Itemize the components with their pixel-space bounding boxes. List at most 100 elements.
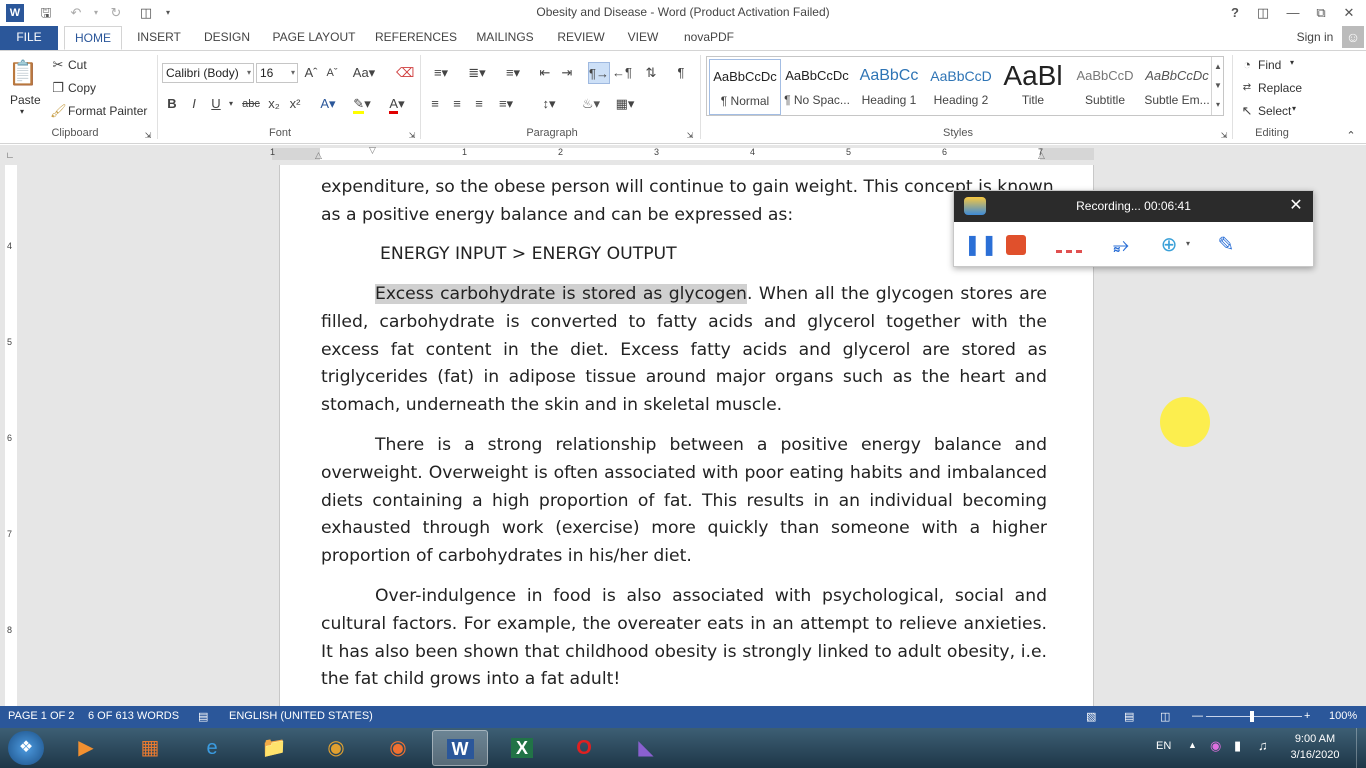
print-layout-icon[interactable]: ▤	[1124, 710, 1134, 723]
web-layout-icon[interactable]: ◫	[1160, 710, 1170, 723]
paste-button[interactable]: Paste	[10, 93, 41, 107]
opera-icon[interactable]: O	[556, 730, 612, 766]
strikethrough-button[interactable]: abc	[240, 95, 262, 113]
read-mode-icon[interactable]: ▧	[1086, 710, 1096, 723]
show-desktop-button[interactable]	[1356, 728, 1366, 768]
recorder-close-icon[interactable]: ✕	[1286, 195, 1306, 217]
underline-dropdown-icon[interactable]: ▾	[226, 95, 236, 113]
decrease-indent-icon[interactable]: ⇤	[536, 64, 554, 82]
font-color-icon[interactable]: A▾	[384, 95, 410, 114]
minimize-button[interactable]: —	[1280, 2, 1306, 24]
network-icon[interactable]: ▮	[1234, 738, 1241, 754]
font-launcher-icon[interactable]: ⇲	[406, 127, 418, 145]
word-taskbar-icon[interactable]: W	[432, 730, 488, 766]
pause-icon[interactable]: ❚❚	[964, 233, 998, 257]
select-button[interactable]: Select	[1258, 104, 1291, 118]
internet-explorer-icon[interactable]: e	[184, 730, 240, 766]
pen-draw-icon[interactable]: ✎	[1212, 231, 1240, 259]
style-subtle-emphasis[interactable]: AaBbCcDc Subtle Em...	[1141, 59, 1213, 115]
justify-icon[interactable]: ≡▾	[492, 95, 520, 113]
volume-icon[interactable]: ♫	[1258, 738, 1268, 753]
left-indent-marker-icon[interactable]: △	[315, 150, 322, 160]
close-button[interactable]: ✕	[1336, 2, 1362, 24]
style-heading-2[interactable]: AaBbCcD Heading 2	[925, 59, 997, 115]
style-subtitle[interactable]: AaBbCcD Subtitle	[1069, 59, 1141, 115]
style-normal[interactable]: AaBbCcDc ¶ Normal	[709, 59, 781, 115]
visual-studio-icon[interactable]: ◣	[618, 730, 674, 766]
language-indicator[interactable]: ENGLISH (UNITED STATES)	[229, 710, 373, 722]
cut-button[interactable]: Cut	[68, 58, 87, 72]
italic-button[interactable]: I	[186, 95, 202, 113]
sort-icon[interactable]: ⇅	[642, 64, 660, 82]
find-button[interactable]: Find	[1258, 58, 1281, 72]
copy-button[interactable]: Copy	[68, 81, 96, 95]
multilevel-list-icon[interactable]: ≡▾	[498, 64, 528, 82]
horizontal-ruler[interactable]: 1 1 2 3 4 5 6 7 △ ▽ △	[270, 145, 1094, 160]
chrome-icon[interactable]: ◉	[308, 730, 364, 766]
user-avatar[interactable]: ☺	[1342, 26, 1364, 48]
zoom-add-icon[interactable]: ⊕	[1156, 231, 1182, 259]
line-spacing-icon[interactable]: ↕▾	[534, 95, 564, 113]
start-button[interactable]: ❖	[8, 731, 44, 765]
font-size-combo[interactable]: 16 ▾	[256, 63, 298, 83]
align-right-icon[interactable]: ≡	[470, 95, 488, 113]
tab-view[interactable]: VIEW	[620, 26, 666, 50]
clock-date[interactable]: 3/16/2020	[1288, 749, 1342, 761]
selected-text[interactable]: Excess carbohydrate is stored as glycoge…	[375, 284, 747, 304]
paragraph-launcher-icon[interactable]: ⇲	[684, 127, 696, 145]
webcam-icon[interactable]: ⥵	[1110, 231, 1132, 259]
tab-novapdf[interactable]: novaPDF	[678, 26, 740, 50]
tray-overflow-icon[interactable]: ▲	[1188, 740, 1197, 750]
first-line-indent-marker-icon[interactable]: ▽	[369, 145, 376, 155]
collapse-ribbon-icon[interactable]: ⌃	[1344, 127, 1358, 145]
tab-home[interactable]: HOME	[64, 26, 122, 50]
styles-launcher-icon[interactable]: ⇲	[1218, 127, 1230, 145]
zoom-dropdown-icon[interactable]: ▾	[1186, 239, 1196, 251]
audio-level-icon[interactable]	[1056, 243, 1082, 253]
proofing-icon[interactable]: ▤	[198, 710, 208, 723]
paste-icon[interactable]: 📋	[8, 59, 38, 89]
zoom-out-icon[interactable]: —	[1192, 710, 1203, 722]
change-case-icon[interactable]: Aa▾	[352, 64, 376, 82]
tab-page-layout[interactable]: PAGE LAYOUT	[268, 26, 360, 50]
increase-indent-icon[interactable]: ⇥	[558, 64, 576, 82]
sign-in-link[interactable]: Sign in	[1292, 26, 1338, 50]
excel-taskbar-icon[interactable]: X	[494, 730, 550, 766]
page-count[interactable]: PAGE 1 OF 2	[8, 710, 74, 722]
highlight-color-icon[interactable]: ✎▾	[348, 95, 376, 114]
tab-review[interactable]: REVIEW	[552, 26, 610, 50]
grow-font-icon[interactable]: Aˆ	[303, 64, 319, 82]
font-name-combo[interactable]: Calibri (Body) ▾	[162, 63, 254, 83]
format-painter-button[interactable]: Format Painter	[68, 104, 147, 118]
subscript-button[interactable]: x₂	[266, 95, 282, 113]
shading-icon[interactable]: ♨▾	[576, 95, 606, 113]
style-heading-1[interactable]: AaBbCc Heading 1	[853, 59, 925, 115]
office-app-icon[interactable]: ▦	[122, 730, 178, 766]
align-center-icon[interactable]: ≡	[448, 95, 466, 113]
word-count[interactable]: 6 OF 613 WORDS	[88, 710, 179, 722]
tray-app-icon[interactable]: ◉	[1210, 738, 1221, 754]
tab-design[interactable]: DESIGN	[198, 26, 256, 50]
shrink-font-icon[interactable]: Aˇ	[324, 64, 340, 82]
style-no-spacing[interactable]: AaBbCcDc ¶ No Spac...	[781, 59, 853, 115]
tab-insert[interactable]: INSERT	[132, 26, 186, 50]
bold-button[interactable]: B	[164, 95, 180, 113]
stop-icon[interactable]	[1006, 235, 1026, 255]
show-marks-icon[interactable]: ¶	[672, 64, 690, 82]
help-icon[interactable]: ?	[1222, 2, 1248, 24]
right-indent-marker-icon[interactable]: △	[1038, 150, 1045, 160]
ltr-direction-icon[interactable]: ¶→	[588, 62, 610, 84]
ribbon-display-options-icon[interactable]: ◫	[1250, 2, 1276, 24]
tab-references[interactable]: REFERENCES	[372, 26, 460, 50]
tab-file[interactable]: FILE	[0, 26, 58, 50]
paste-dropdown-icon[interactable]: ▾	[20, 107, 24, 116]
zoom-slider-thumb[interactable]	[1250, 711, 1254, 722]
replace-button[interactable]: Replace	[1258, 81, 1302, 95]
clipboard-launcher-icon[interactable]: ⇲	[142, 127, 154, 145]
clock-time[interactable]: 9:00 AM	[1288, 733, 1342, 745]
firefox-icon[interactable]: ◉	[370, 730, 426, 766]
file-explorer-icon[interactable]: 📁	[246, 730, 302, 766]
zoom-level[interactable]: 100%	[1329, 710, 1357, 722]
numbering-icon[interactable]: ≣▾	[462, 64, 492, 82]
input-language[interactable]: EN	[1156, 740, 1171, 752]
